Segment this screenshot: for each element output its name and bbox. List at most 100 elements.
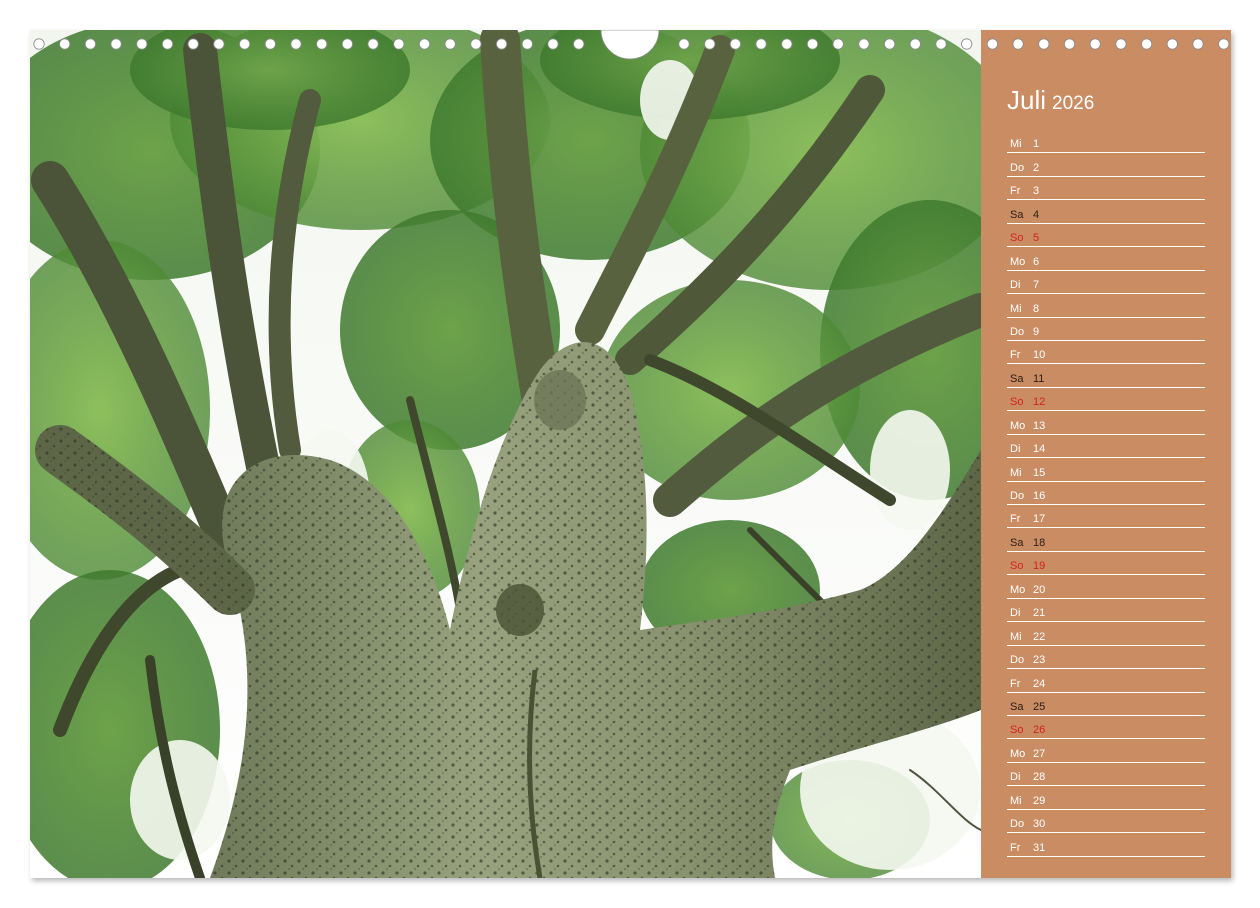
day-row: Di 14 <box>1007 435 1205 459</box>
day-row: Do 23 <box>1007 646 1205 670</box>
day-row: Mo 13 <box>1007 411 1205 435</box>
day-number: 23 <box>1033 654 1046 667</box>
day-row: Mi 22 <box>1007 622 1205 646</box>
day-row: Fr 10 <box>1007 341 1205 365</box>
month-name: Juli <box>1007 85 1047 115</box>
day-number: 5 <box>1033 232 1040 245</box>
weekday-label: Mi <box>1010 630 1022 643</box>
day-row: Sa 11 <box>1007 364 1205 388</box>
day-row: Mi 15 <box>1007 458 1205 482</box>
weekday-label: Di <box>1010 443 1021 456</box>
weekday-label: Fr <box>1010 841 1021 854</box>
calendar-sidebar: Juli 2026 Mi 1 Do 2 Fr 3 Sa 4 So 5 Mo 6 Di 7 Mi 8 Do 9 Fr 10… <box>981 30 1231 878</box>
calendar-page: Juli 2026 Mi 1 Do 2 Fr 3 Sa 4 So 5 Mo 6 Di 7 Mi 8 Do 9 Fr 10… <box>30 30 1231 878</box>
day-row: Fr 17 <box>1007 505 1205 529</box>
day-number: 10 <box>1033 349 1046 362</box>
day-row: Fr 24 <box>1007 669 1205 693</box>
weekday-label: Do <box>1010 818 1025 831</box>
weekday-label: Di <box>1010 279 1021 292</box>
day-row: Mo 20 <box>1007 575 1205 599</box>
day-row: Do 16 <box>1007 482 1205 505</box>
weekday-label: So <box>1010 396 1024 409</box>
day-number: 4 <box>1033 208 1040 221</box>
day-number: 24 <box>1033 677 1046 690</box>
weekday-label: Sa <box>1010 372 1024 385</box>
day-number: 20 <box>1033 583 1046 596</box>
weekday-label: Di <box>1010 607 1021 620</box>
day-row: So 19 <box>1007 552 1205 576</box>
year-label: 2026 <box>1052 93 1095 114</box>
weekday-label: Mo <box>1010 747 1026 760</box>
day-number: 25 <box>1033 700 1046 713</box>
day-row: Sa 4 <box>1007 200 1205 224</box>
weekday-label: Fr <box>1010 513 1021 526</box>
day-number: 27 <box>1033 747 1046 760</box>
day-number: 14 <box>1033 443 1046 456</box>
day-row: Mi 29 <box>1007 786 1205 810</box>
day-number: 3 <box>1033 185 1040 198</box>
day-number: 16 <box>1033 490 1046 502</box>
day-number: 15 <box>1033 466 1046 479</box>
weekday-label: Sa <box>1010 700 1024 713</box>
day-number: 29 <box>1033 794 1046 807</box>
weekday-label: Mo <box>1010 583 1026 596</box>
day-row: Sa 18 <box>1007 528 1205 552</box>
day-row: Fr 3 <box>1007 177 1205 201</box>
weekday-label: Sa <box>1010 536 1024 549</box>
day-number: 21 <box>1033 607 1046 620</box>
day-row: Mi 8 <box>1007 294 1205 318</box>
weekday-label: Di <box>1010 771 1021 784</box>
weekday-label: Do <box>1010 490 1025 502</box>
day-number: 22 <box>1033 630 1046 643</box>
weekday-label: Mo <box>1010 419 1026 432</box>
day-number: 12 <box>1033 396 1046 409</box>
day-number: 8 <box>1033 302 1040 315</box>
day-number: 6 <box>1033 255 1040 268</box>
month-title: Juli 2026 <box>1007 85 1094 116</box>
tree-photo <box>30 30 981 878</box>
day-number: 1 <box>1033 138 1040 151</box>
weekday-label: Do <box>1010 325 1025 338</box>
day-row: Di 7 <box>1007 271 1205 295</box>
weekday-label: So <box>1010 232 1024 245</box>
weekday-label: Fr <box>1010 185 1021 198</box>
day-number: 7 <box>1033 279 1040 292</box>
day-number: 19 <box>1033 560 1046 573</box>
day-number: 31 <box>1033 841 1046 854</box>
weekday-label: Do <box>1010 161 1025 174</box>
day-row: Di 21 <box>1007 599 1205 623</box>
day-row: Do 30 <box>1007 810 1205 834</box>
weekday-label: Mi <box>1010 466 1022 479</box>
day-row: Mo 6 <box>1007 247 1205 271</box>
day-row: Do 2 <box>1007 153 1205 177</box>
weekday-label: Mi <box>1010 302 1022 315</box>
day-number: 11 <box>1033 372 1045 385</box>
day-row: Do 9 <box>1007 318 1205 341</box>
weekday-label: Mo <box>1010 255 1026 268</box>
day-row: Di 28 <box>1007 763 1205 787</box>
day-number: 17 <box>1033 513 1046 526</box>
day-number: 26 <box>1033 724 1046 737</box>
day-row: So 12 <box>1007 388 1205 412</box>
day-list: Mi 1 Do 2 Fr 3 Sa 4 So 5 Mo 6 Di 7 Mi 8 Do 9 Fr 10 Sa 11 So 12 M… <box>1007 130 1205 857</box>
day-row: So 26 <box>1007 716 1205 740</box>
weekday-label: Mi <box>1010 794 1022 807</box>
weekday-label: Fr <box>1010 349 1021 362</box>
weekday-label: Sa <box>1010 208 1024 221</box>
day-number: 30 <box>1033 818 1046 831</box>
day-number: 18 <box>1033 536 1046 549</box>
weekday-label: Mi <box>1010 138 1022 151</box>
day-number: 13 <box>1033 419 1046 432</box>
day-number: 2 <box>1033 161 1040 174</box>
day-row: Sa 25 <box>1007 693 1205 716</box>
day-number: 9 <box>1033 325 1040 338</box>
day-row: Fr 31 <box>1007 833 1205 857</box>
day-row: So 5 <box>1007 224 1205 248</box>
day-row: Mi 1 <box>1007 130 1205 154</box>
weekday-label: So <box>1010 724 1024 737</box>
weekday-label: Do <box>1010 654 1025 667</box>
day-number: 28 <box>1033 771 1046 784</box>
weekday-label: So <box>1010 560 1024 573</box>
day-row: Mo 27 <box>1007 739 1205 763</box>
weekday-label: Fr <box>1010 677 1021 690</box>
